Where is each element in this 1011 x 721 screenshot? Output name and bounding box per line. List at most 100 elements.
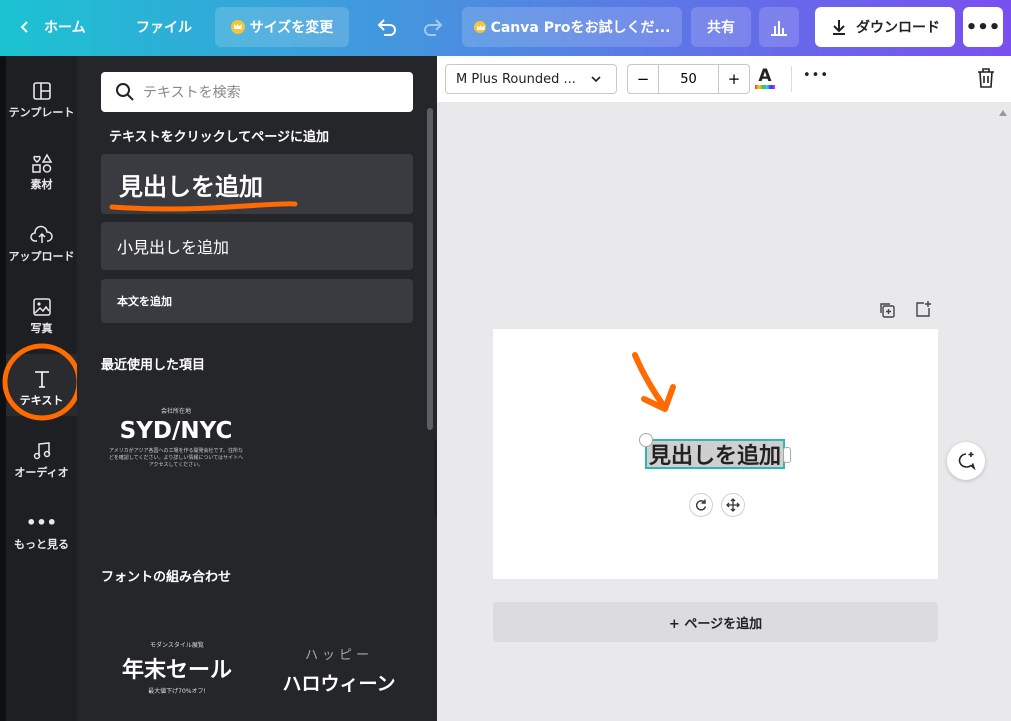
add-body-text-label: 本文を追加: [117, 295, 172, 308]
download-button[interactable]: ダウンロード: [815, 7, 955, 47]
font-size-input[interactable]: 50: [659, 65, 718, 93]
add-page-icon-button[interactable]: [914, 300, 932, 322]
duplicate-page-button[interactable]: [878, 301, 896, 323]
try-pro-button[interactable]: Canva Proをお試しくだ...: [462, 7, 682, 47]
resize-handle[interactable]: [783, 447, 791, 463]
rail-label: アップロード: [8, 250, 75, 263]
design-page[interactable]: 見出しを追加: [493, 329, 938, 579]
rail-label: 写真: [30, 322, 53, 335]
font-combo-title: フォントの組み合わせ: [101, 570, 232, 585]
combo2-top: ハッピー: [304, 648, 373, 663]
recent-text-item[interactable]: 会社所在地 SYD/NYC アメリカがアジア各国への工場を作る開発会社です。住所…: [101, 406, 251, 506]
resize-label: サイズを変更: [249, 20, 334, 36]
combo1-main: 年末セール: [121, 658, 232, 683]
rail-label: もっと見る: [14, 538, 69, 551]
search-box[interactable]: テキストを検索: [101, 72, 413, 112]
font-size-decrease-button[interactable]: −: [628, 65, 659, 93]
add-subheading-button[interactable]: 小見出しを追加: [101, 222, 413, 270]
insights-button[interactable]: [759, 7, 799, 47]
annotation-circle: [2, 343, 82, 421]
download-label: ダウンロード: [856, 20, 940, 36]
text-color-letter: A: [758, 66, 772, 86]
add-page-icon: [916, 301, 931, 317]
audio-icon: [33, 442, 50, 460]
rail-label: 素材: [30, 178, 53, 191]
font-size-stepper: − 50 +: [627, 64, 750, 94]
selected-text-box[interactable]: 見出しを追加: [645, 439, 785, 469]
rail-item-more[interactable]: ••• もっと見る: [6, 498, 77, 560]
photo-icon: [32, 298, 51, 316]
annotation-arrow: [632, 352, 676, 412]
upload-icon: [29, 225, 53, 243]
elements-icon: [31, 153, 52, 173]
rail-item-photo[interactable]: 写真: [6, 282, 77, 344]
more-options-button[interactable]: •••: [803, 68, 829, 83]
resize-button[interactable]: サイズを変更: [215, 7, 349, 47]
redo-icon: [424, 19, 443, 36]
resize-handle[interactable]: [639, 433, 653, 447]
recent-title: 最近使用した項目: [101, 358, 206, 373]
crown-icon: [473, 21, 486, 33]
template-icon: [32, 82, 51, 100]
rail-item-template[interactable]: テンプレート: [6, 66, 77, 128]
text-panel: テキストを検索 テキストをクリックしてページに追加 見出しを追加 小見出しを追加…: [77, 56, 437, 721]
add-page-button[interactable]: + ページを追加: [493, 602, 938, 642]
redo-button[interactable]: [422, 7, 444, 47]
home-button[interactable]: ホーム: [18, 7, 86, 47]
recent-item-body: アメリカがアジア各国への工場を作る開発会社です。住所などを確認してください。より…: [108, 448, 244, 468]
move-icon: [726, 498, 740, 512]
trash-icon: [978, 68, 994, 88]
try-pro-label: Canva Proをお試しくだ...: [490, 20, 671, 36]
rail-label: オーディオ: [14, 466, 69, 479]
rail-item-upload[interactable]: アップロード: [6, 210, 77, 272]
font-combo-item[interactable]: ハッピー ハロウィーン: [269, 644, 409, 708]
font-combo-item[interactable]: モダンスタイル展覧 年末セール 最大値下げ70%オフ!: [107, 640, 247, 704]
selected-text: 見出しを追加: [648, 444, 781, 469]
crown-icon: [230, 20, 245, 34]
undo-button[interactable]: [376, 7, 398, 47]
undo-icon: [377, 19, 396, 36]
combo1-bottom: 最大値下げ70%オフ!: [148, 688, 206, 695]
font-size-increase-button[interactable]: +: [718, 65, 749, 93]
rail-item-elements[interactable]: 素材: [6, 138, 77, 200]
home-label: ホーム: [44, 20, 86, 36]
file-button[interactable]: ファイル: [136, 7, 192, 47]
combo1-top: モダンスタイル展覧: [150, 642, 204, 649]
recent-item-main: SYD/NYC: [119, 418, 233, 444]
recent-item-top: 会社所在地: [160, 408, 191, 415]
share-label: 共有: [707, 20, 735, 36]
editor-toolbar: M Plus Rounded ... − 50 + A •••: [437, 56, 1011, 103]
text-color-button[interactable]: A: [753, 66, 777, 92]
comment-button[interactable]: [947, 442, 985, 480]
comment-add-icon: [958, 452, 976, 471]
more-icon: •••: [803, 68, 830, 83]
bar-chart-icon: [771, 21, 787, 36]
canvas-area: 見出しを追加 + ページを追加: [437, 102, 1011, 721]
search-placeholder: テキストを検索: [143, 85, 241, 101]
scroll-up-arrow-icon[interactable]: [999, 110, 1007, 116]
click-hint: テキストをクリックしてページに追加: [109, 130, 329, 145]
download-icon: [833, 20, 845, 35]
font-family-value: M Plus Rounded ...: [456, 71, 576, 87]
more-icon: •••: [965, 16, 1001, 38]
add-heading-label: 見出しを追加: [119, 172, 263, 201]
more-menu-button[interactable]: •••: [963, 7, 1003, 47]
top-bar: ホーム ファイル サイズを変更 Canva Proをお試しくだ... 共有 ダウ…: [0, 0, 1011, 56]
chevron-left-icon: [20, 21, 28, 33]
add-page-label: + ページを追加: [668, 616, 763, 632]
more-icon: •••: [26, 513, 57, 532]
left-rail: テンプレート 素材 アップロード 写真 テキスト オーディオ ••• もっと見る: [0, 56, 82, 721]
search-icon: [116, 83, 134, 101]
rail-label: テンプレート: [8, 106, 75, 119]
rail-item-audio[interactable]: オーディオ: [6, 426, 77, 488]
share-button[interactable]: 共有: [691, 7, 751, 47]
add-body-text-button[interactable]: 本文を追加: [101, 279, 413, 323]
font-family-dropdown[interactable]: M Plus Rounded ...: [445, 64, 617, 94]
duplicate-icon: [880, 303, 895, 318]
rotate-button[interactable]: [689, 493, 713, 517]
delete-button[interactable]: [976, 67, 996, 93]
rotate-icon: [695, 499, 707, 511]
panel-scrollbar[interactable]: [427, 108, 433, 430]
file-label: ファイル: [136, 20, 192, 36]
move-button[interactable]: [721, 493, 745, 517]
